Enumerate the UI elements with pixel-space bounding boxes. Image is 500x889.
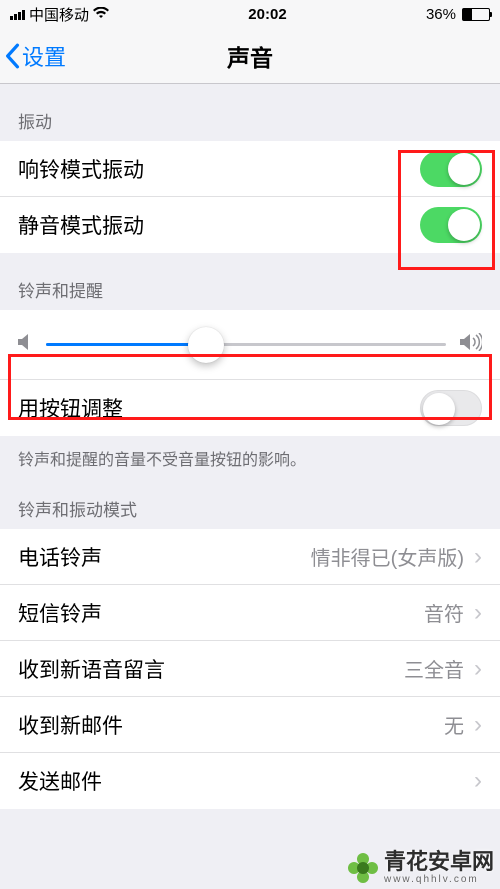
- row-ring-vibrate: 响铃模式振动: [0, 141, 500, 197]
- status-bar: 中国移动 20:02 36%: [0, 0, 500, 28]
- chevron-right-icon: ›: [474, 599, 482, 627]
- group-patterns: 电话铃声 情非得已(女声版) › 短信铃声 音符 › 收到新语音留言 三全音 ›…: [0, 529, 500, 809]
- voicemail-label: 收到新语音留言: [18, 654, 165, 684]
- voicemail-value: 三全音: [404, 654, 464, 683]
- silent-vibrate-label: 静音模式振动: [18, 210, 144, 240]
- row-new-mail[interactable]: 收到新邮件 无 ›: [0, 697, 500, 753]
- chevron-right-icon: ›: [474, 711, 482, 739]
- text-tone-value: 音符: [424, 598, 464, 627]
- status-left: 中国移动: [10, 4, 109, 25]
- section-header-patterns: 铃声和振动模式: [0, 488, 500, 529]
- page-title: 声音: [0, 39, 500, 73]
- signal-icon: [10, 8, 25, 20]
- battery-pct: 36%: [426, 6, 456, 23]
- wifi-icon: [93, 6, 109, 23]
- nav-bar: 设置 声音: [0, 28, 500, 84]
- volume-slider-row: [0, 310, 500, 380]
- sent-mail-label: 发送邮件: [18, 766, 102, 796]
- battery-icon: [462, 8, 490, 21]
- group-button-adjust: 用按钮调整: [0, 380, 500, 436]
- group-vibration: 响铃模式振动 静音模式振动: [0, 141, 500, 253]
- carrier-label: 中国移动: [29, 4, 89, 25]
- section-header-ringer: 铃声和提醒: [0, 253, 500, 310]
- status-time: 20:02: [248, 6, 286, 23]
- new-mail-label: 收到新邮件: [18, 710, 123, 740]
- volume-high-icon: [460, 333, 482, 356]
- watermark-logo-icon: [348, 853, 378, 883]
- watermark-url: www.qhhlv.com: [384, 875, 494, 885]
- status-right: 36%: [426, 6, 490, 23]
- ringtone-value: 情非得已(女声版): [311, 542, 464, 571]
- chevron-left-icon: [4, 43, 20, 69]
- watermark: 青花安卓网 www.qhhlv.com: [348, 851, 494, 885]
- volume-slider-thumb[interactable]: [188, 327, 224, 363]
- volume-low-icon: [18, 333, 32, 356]
- row-text-tone[interactable]: 短信铃声 音符 ›: [0, 585, 500, 641]
- chevron-right-icon: ›: [474, 655, 482, 683]
- new-mail-value: 无: [444, 710, 464, 739]
- row-button-adjust: 用按钮调整: [0, 380, 500, 436]
- volume-slider-fill: [46, 343, 206, 346]
- watermark-text: 青花安卓网: [384, 851, 494, 873]
- row-silent-vibrate: 静音模式振动: [0, 197, 500, 253]
- row-ringtone[interactable]: 电话铃声 情非得已(女声版) ›: [0, 529, 500, 585]
- text-tone-label: 短信铃声: [18, 598, 102, 628]
- ring-vibrate-toggle[interactable]: [420, 151, 482, 187]
- volume-slider[interactable]: [46, 343, 446, 346]
- ringer-footer: 铃声和提醒的音量不受音量按钮的影响。: [0, 436, 500, 488]
- silent-vibrate-toggle[interactable]: [420, 207, 482, 243]
- chevron-right-icon: ›: [474, 543, 482, 571]
- row-sent-mail[interactable]: 发送邮件 ›: [0, 753, 500, 809]
- row-voicemail[interactable]: 收到新语音留言 三全音 ›: [0, 641, 500, 697]
- ringtone-label: 电话铃声: [18, 542, 102, 572]
- back-button[interactable]: 设置: [0, 40, 66, 72]
- ring-vibrate-label: 响铃模式振动: [18, 154, 144, 184]
- button-adjust-label: 用按钮调整: [18, 393, 123, 423]
- back-label: 设置: [22, 40, 66, 72]
- section-header-vibration: 振动: [0, 84, 500, 141]
- chevron-right-icon: ›: [474, 767, 482, 795]
- button-adjust-toggle[interactable]: [420, 390, 482, 426]
